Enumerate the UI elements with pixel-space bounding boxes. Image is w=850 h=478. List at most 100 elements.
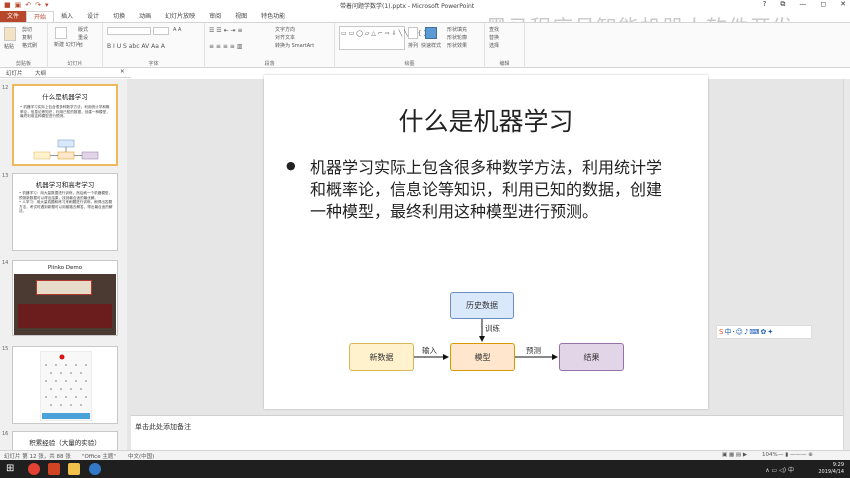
chrome-icon[interactable] xyxy=(28,463,40,475)
tab-design[interactable]: 设计 xyxy=(80,11,106,22)
slide-thumbnail-12[interactable]: 什么是机器学习 • 机器学习实际上包含很多种数学方法，利用统计学和概率论，信息论… xyxy=(12,84,118,166)
layout-button[interactable]: 版式 xyxy=(78,26,88,33)
tab-transitions[interactable]: 切换 xyxy=(106,11,132,22)
ime-toolbar[interactable]: S 中 ꞏ ☺ ♪ ⌨ ✿ ✦ xyxy=(716,325,812,339)
align-text-button[interactable]: 对齐文本 xyxy=(275,34,295,41)
app-icon[interactable] xyxy=(89,463,101,475)
customize-toolbar-icon[interactable]: ▾ xyxy=(45,1,49,9)
font-size-select[interactable] xyxy=(153,27,169,35)
align-icons[interactable]: ≡ ≡ ≡ ≡ ▥ xyxy=(209,43,242,50)
language-indicator[interactable]: 中文(中国) xyxy=(128,452,154,460)
font-grow-icon[interactable]: A A xyxy=(173,27,181,33)
ime-logo-icon: S xyxy=(719,328,724,336)
reset-button[interactable]: 重设 xyxy=(78,34,88,41)
tab-slideshow[interactable]: 幻灯片放映 xyxy=(158,11,202,22)
convert-smartart-button[interactable]: 转换为 SmartArt xyxy=(275,42,314,49)
arrange-button[interactable]: 排列 xyxy=(408,42,418,49)
save-icon[interactable]: ▣ xyxy=(15,1,22,9)
help-icon[interactable]: ? xyxy=(763,0,767,9)
shape-outline-button[interactable]: 形状轮廓 xyxy=(447,34,467,41)
maximize-icon[interactable]: ◻ xyxy=(820,0,826,9)
thumb-body: • 机器学习：用大量数据进行训练，然后刷一个机器模型，预测新数据可以得出结果，找… xyxy=(19,191,113,214)
select-button[interactable]: 选择 xyxy=(489,42,499,49)
ime-tools-icon[interactable]: ✦ xyxy=(767,328,773,336)
shape-fill-button[interactable]: 形状填充 xyxy=(447,26,467,33)
model-node[interactable]: 模型 xyxy=(450,343,515,371)
tab-features[interactable]: 特色功能 xyxy=(254,11,292,22)
theme-name: "Office 主题" xyxy=(82,454,116,460)
slide-scrollbar[interactable] xyxy=(843,79,850,450)
new-slide-button[interactable]: 新建 幻灯片 xyxy=(54,41,81,48)
slide-thumbnail-14[interactable]: Plinko Demo xyxy=(12,260,118,336)
ime-voice-icon[interactable]: ♪ xyxy=(744,328,748,336)
arrange-icon[interactable] xyxy=(408,27,418,39)
close-pane-icon[interactable]: ✕ xyxy=(120,69,125,75)
tray-icons[interactable]: ∧ ▭ ◁) 中 xyxy=(765,465,794,474)
slide-position: 幻灯片 第 12 张，共 88 张 xyxy=(4,454,71,460)
tab-view[interactable]: 视图 xyxy=(228,11,254,22)
minimize-icon[interactable]: — xyxy=(799,0,806,9)
redo-icon[interactable]: ↷ xyxy=(35,1,41,9)
notes-pane[interactable]: 单击此处添加备注 xyxy=(131,415,843,450)
group-label-font: 字体 xyxy=(148,61,159,67)
bold-italic-underline-icons[interactable]: B I U S abc AV Aa A xyxy=(107,43,165,50)
replace-button[interactable]: 替换 xyxy=(489,34,499,41)
thumb-number: 15 xyxy=(2,346,9,352)
group-label-paragraph: 段落 xyxy=(264,61,275,67)
title-bar: ■ ▣ ↶ ↷ ▾ 带着问题学数学(1).pptx - Microsoft Po… xyxy=(0,0,850,11)
font-name-select[interactable] xyxy=(107,27,151,35)
slide-thumbnail-13[interactable]: 机器学习和高考学习 • 机器学习：用大量数据进行训练，然后刷一个机器模型，预测新… xyxy=(12,173,118,251)
tab-outline-pane[interactable]: 大纲 xyxy=(35,69,46,77)
tab-review[interactable]: 审阅 xyxy=(202,11,228,22)
tab-file[interactable]: 文件 xyxy=(0,11,27,22)
predict-label: 预测 xyxy=(526,346,541,355)
text-direction-button[interactable]: 文字方向 xyxy=(275,26,295,33)
view-buttons-icons[interactable]: ▣ ▦ ▤ ▶ xyxy=(722,452,747,458)
close-icon[interactable]: ✕ xyxy=(840,0,846,9)
undo-icon[interactable]: ↶ xyxy=(25,1,31,9)
paste-button[interactable]: 粘贴 xyxy=(4,43,14,50)
quick-styles-icon[interactable] xyxy=(425,27,437,39)
quick-styles-button[interactable]: 快速样式 xyxy=(421,42,441,49)
group-drawing: ▭ ▭ ◯ ▱ △ ⌐ ⇨ ⇩ ╲ ╲ ⌒ { } ☆ 排列 快速样式 形状填充… xyxy=(335,23,485,68)
new-data-node[interactable]: 新数据 xyxy=(349,343,414,371)
tab-slides-pane[interactable]: 幻灯片 xyxy=(6,69,23,77)
input-label: 输入 xyxy=(422,346,437,355)
zoom-level[interactable]: 104% xyxy=(762,452,778,458)
history-data-node[interactable]: 历史数据 xyxy=(450,292,514,319)
ime-skin-icon[interactable]: ✿ xyxy=(761,328,767,336)
windows-start-icon[interactable]: ⊞ xyxy=(6,463,18,475)
slide-canvas[interactable]: 什么是机器学习 ● 机器学习实际上包含很多种数学方法，利用统计学和概率论，信息论… xyxy=(264,75,708,409)
format-painter-button[interactable]: 格式刷 xyxy=(22,42,37,49)
thumb-body: • 机器学习实际上包含很多种数学方法，利用统计学和概率论，信息论等知识，利用已知… xyxy=(20,105,110,119)
group-font: A A B I U S abc AV Aa A 字体 xyxy=(103,23,205,68)
list-icons[interactable]: ☰ ☰ ⇤ ⇥ ≡ xyxy=(209,27,242,34)
system-clock[interactable]: 9:29 2019/4/14 xyxy=(818,462,844,476)
ribbon-display-icon[interactable]: ⧉ xyxy=(780,0,785,9)
powerpoint-taskbar-icon[interactable] xyxy=(48,463,60,475)
thumb-number: 13 xyxy=(2,173,9,179)
find-button[interactable]: 查找 xyxy=(489,26,499,33)
ime-keyboard-icon[interactable]: ⌨ xyxy=(749,328,759,336)
ime-punctuation-icon[interactable]: ꞏ xyxy=(732,328,734,337)
tab-insert[interactable]: 插入 xyxy=(54,11,80,22)
notes-placeholder[interactable]: 单击此处添加备注 xyxy=(135,422,191,432)
file-explorer-icon[interactable] xyxy=(68,463,80,475)
section-button[interactable]: 节 xyxy=(78,42,83,49)
shape-effects-button[interactable]: 形状效果 xyxy=(447,42,467,49)
tab-animations[interactable]: 动画 xyxy=(132,11,158,22)
paste-icon[interactable] xyxy=(4,27,16,41)
group-editing: 查找 替换 选择 编辑 xyxy=(485,23,525,68)
ime-emoji-icon[interactable]: ☺ xyxy=(736,328,743,336)
group-label-slides: 幻灯片 xyxy=(67,61,83,67)
copy-button[interactable]: 复制 xyxy=(22,34,32,41)
ime-chinese-icon[interactable]: 中 xyxy=(724,327,731,337)
tab-home[interactable]: 开始 xyxy=(26,11,55,22)
new-slide-icon[interactable] xyxy=(55,27,67,39)
zoom-slider[interactable]: — ▮ ——— ⊕ xyxy=(778,452,813,458)
cut-button[interactable]: 剪切 xyxy=(22,26,32,33)
slide-thumbnail-16[interactable]: 积累经验（大量的实验） xyxy=(12,431,118,450)
plinko-banner-image xyxy=(36,280,92,295)
result-node[interactable]: 结果 xyxy=(559,343,624,371)
slide-thumbnail-15[interactable] xyxy=(12,346,118,424)
